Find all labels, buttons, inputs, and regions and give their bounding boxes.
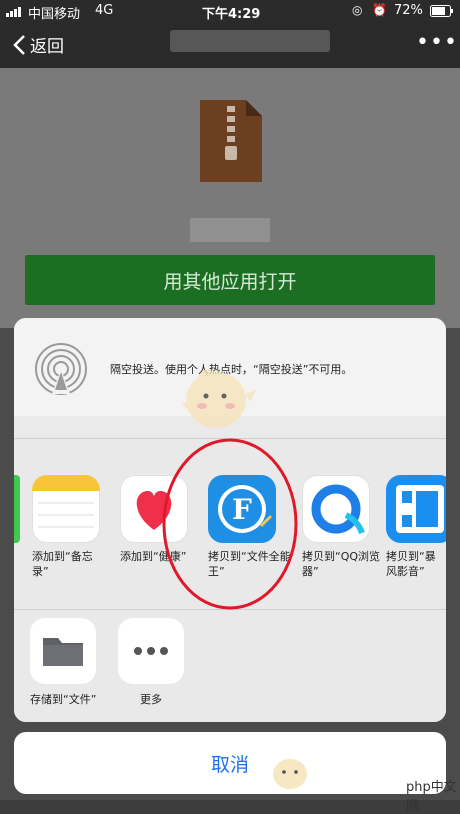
app-item-qq-browser[interactable]: 拷贝到“QQ浏览器” (302, 475, 382, 579)
zip-archive-icon (200, 100, 262, 186)
app-label: 拷贝到“QQ浏览器” (302, 550, 381, 578)
navigation-bar: 返回 ••• (0, 22, 460, 68)
action-label: 存储到“文件” (30, 693, 97, 706)
open-with-other-app-button[interactable]: 用其他应用打开 (25, 255, 435, 305)
action-row: 存储到“文件” 更多 (14, 610, 446, 722)
network-type: 4G (95, 3, 114, 18)
app-item-baofeng[interactable]: 拷贝到“暴风影音” (386, 475, 446, 579)
carrier-name: 中国移动 (28, 7, 81, 22)
baofeng-player-icon (386, 475, 446, 543)
clock-time: 下午4:29 (202, 7, 261, 22)
chevron-left-icon (13, 34, 25, 55)
app-label: 拷贝到“暴风影音” (386, 550, 436, 578)
more-action[interactable]: 更多 (118, 618, 198, 707)
battery-icon (430, 5, 454, 21)
rotation-lock-icon: ◎ (352, 3, 363, 17)
more-dots-icon (118, 618, 184, 684)
app-label: 添加到“备忘录” (32, 550, 93, 578)
action-label: 更多 (140, 693, 162, 706)
nav-title-blurred (170, 30, 330, 52)
alarm-icon: ⏰ (372, 3, 387, 17)
cancel-label: 取消 (210, 753, 249, 776)
signal-icon (6, 5, 24, 21)
app-item-notes[interactable]: 添加到“备忘录” (32, 475, 112, 579)
battery-percent: 72% (394, 3, 423, 18)
back-label: 返回 (30, 37, 64, 57)
site-watermark: php中文网 (406, 780, 457, 814)
highlight-circle (162, 438, 298, 610)
folder-icon (30, 618, 96, 684)
airdrop-icon (34, 342, 88, 400)
brand-watermark: 3DMGAME (308, 760, 421, 785)
back-button[interactable]: 返回 (12, 32, 64, 57)
partial-app-tile[interactable] (14, 475, 20, 543)
more-menu-button[interactable]: ••• (416, 30, 458, 55)
save-to-files-action[interactable]: 存储到“文件” (30, 618, 110, 707)
mascot-small-watermark (273, 759, 307, 789)
more-dots-icon: ••• (416, 30, 458, 55)
notes-icon (32, 475, 100, 543)
status-bar: 中国移动 4G 下午4:29 ◎ ⏰ 72% (0, 0, 460, 22)
qq-browser-icon (302, 475, 370, 543)
mascot-watermark (182, 369, 256, 428)
file-name-blurred (190, 218, 270, 242)
